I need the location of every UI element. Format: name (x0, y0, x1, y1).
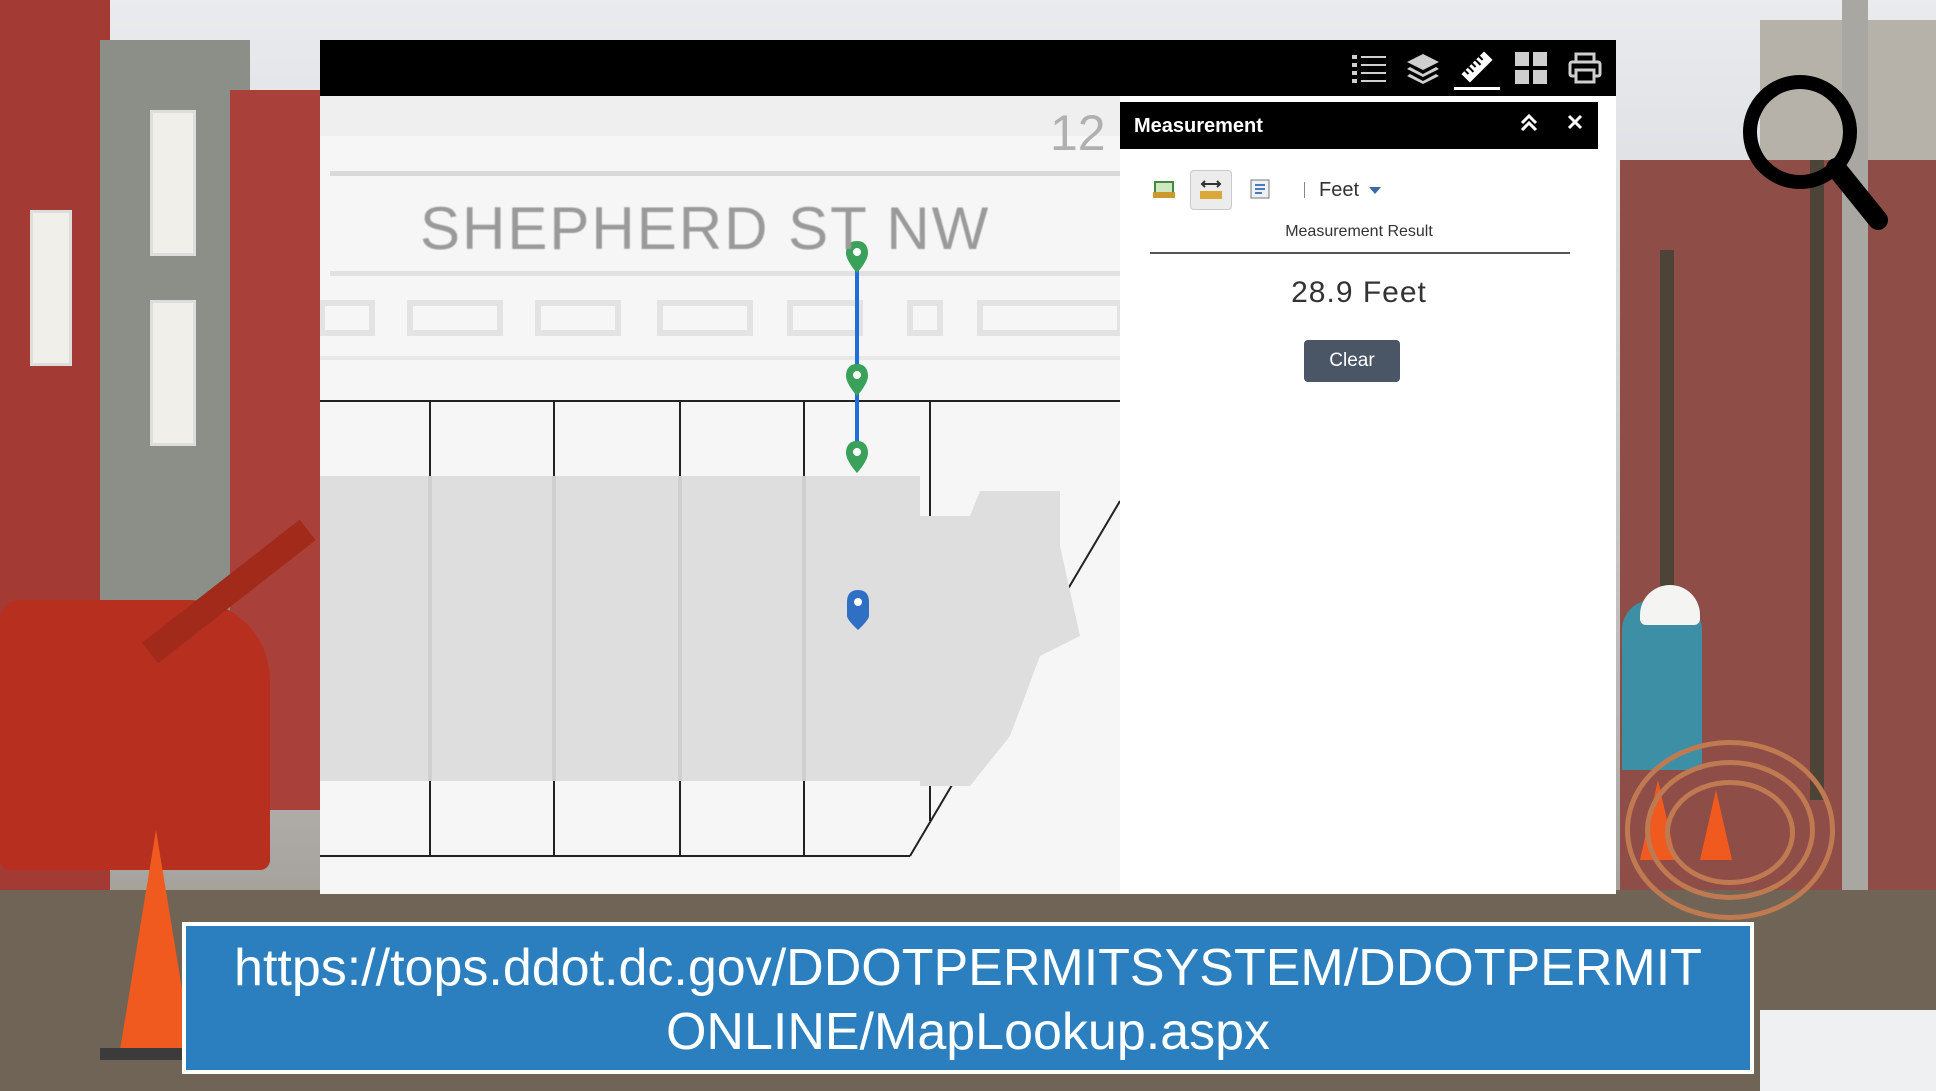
close-icon[interactable] (1562, 112, 1588, 138)
print-icon[interactable] (1562, 46, 1608, 90)
unit-dropdown[interactable]: Feet (1319, 179, 1382, 202)
url-line-2: ONLINE/MapLookup.aspx (665, 1003, 1271, 1061)
map-canvas[interactable]: SHEPHERD ST NW 12 (320, 96, 1120, 894)
location-measure-icon[interactable] (1240, 170, 1280, 208)
unit-label: Feet (1319, 179, 1360, 201)
measurement-panel: Measurement Feet Measurement Result 28.9… (1120, 102, 1598, 894)
map-app-window: SHEPHERD ST NW 12 Measurement Feet Measu… (320, 40, 1616, 894)
area-measure-icon[interactable] (1144, 170, 1184, 208)
measurement-result-label: Measurement Result (1285, 223, 1433, 240)
copper-coil (1665, 780, 1795, 885)
legend-icon[interactable] (1346, 46, 1392, 90)
double-chevron-up-icon[interactable] (1516, 112, 1542, 138)
clear-button[interactable]: Clear (1304, 340, 1400, 382)
measurement-result-value: 28.9 Feet (1291, 276, 1427, 309)
toolbar-separator (1304, 182, 1305, 198)
street-label: SHEPHERD ST NW (420, 195, 991, 262)
address-number-label: 12 (1050, 105, 1106, 161)
chevron-down-icon (1369, 187, 1382, 195)
divider (1150, 252, 1570, 254)
window (30, 210, 72, 366)
measure-ruler-icon[interactable] (1454, 46, 1500, 90)
basemap-grid-icon[interactable] (1508, 46, 1554, 90)
window (150, 300, 196, 446)
window (150, 110, 196, 256)
measurement-tools: Feet (1144, 170, 1584, 210)
construction-worker (1622, 600, 1702, 770)
snow (1760, 1010, 1936, 1091)
measurement-panel-header: Measurement (1120, 102, 1598, 149)
app-toolbar (320, 40, 1616, 96)
distance-measure-icon[interactable] (1190, 170, 1232, 210)
magnifier-icon (1743, 75, 1888, 230)
tree (1810, 160, 1824, 800)
panel-title: Measurement (1134, 115, 1263, 137)
url-banner: https://tops.ddot.dc.gov/DDOTPERMITSYSTE… (182, 922, 1754, 1074)
url-line-1: https://tops.ddot.dc.gov/DDOTPERMITSYSTE… (234, 939, 1702, 997)
layers-icon[interactable] (1400, 46, 1446, 90)
